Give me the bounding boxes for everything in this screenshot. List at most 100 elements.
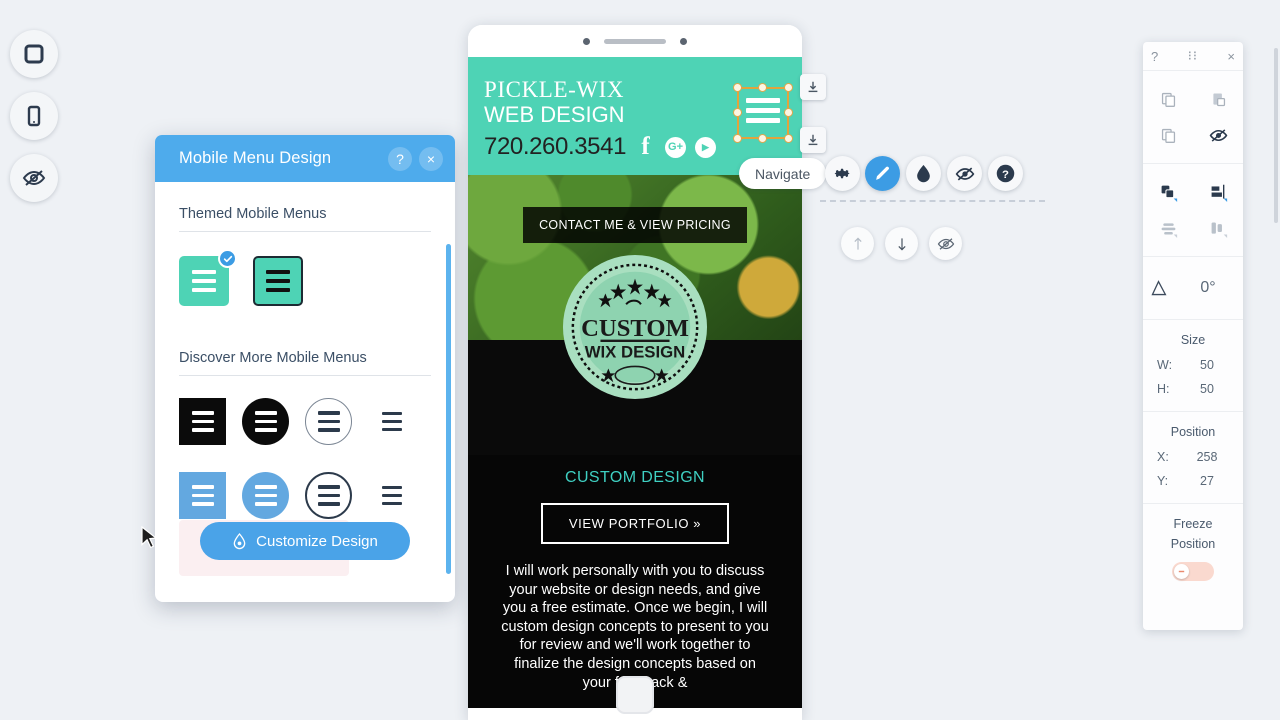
- move-up-button[interactable]: [841, 227, 874, 260]
- dialog-scrollbar[interactable]: [446, 244, 451, 574]
- panel-drag-handle[interactable]: ⁝⁝: [1188, 48, 1198, 64]
- resize-handle-ne[interactable]: [784, 83, 793, 92]
- arrange-button[interactable]: [1153, 179, 1183, 205]
- distribute-horizontal-button[interactable]: [1153, 215, 1183, 241]
- menu-black-outline-circle[interactable]: [305, 398, 368, 445]
- menu-black-square[interactable]: [179, 398, 242, 445]
- menu-black-circle[interactable]: [242, 398, 305, 445]
- align-button[interactable]: [1203, 179, 1233, 205]
- gear-icon: [834, 168, 850, 179]
- distribute-vertical-button[interactable]: [1203, 215, 1233, 241]
- square-icon: [24, 44, 44, 64]
- facebook-icon[interactable]: f: [635, 133, 656, 160]
- duplicate-button[interactable]: [1153, 122, 1183, 148]
- home-button[interactable]: [616, 676, 654, 714]
- download-arrow-icon: [808, 81, 818, 93]
- resize-handle-nw[interactable]: [733, 83, 742, 92]
- paste-button[interactable]: [1203, 86, 1233, 112]
- dock-down-button-1[interactable]: [800, 74, 826, 100]
- design-button[interactable]: [865, 156, 900, 191]
- hide-button[interactable]: [947, 156, 982, 191]
- page-scrollbar[interactable]: [1274, 48, 1278, 223]
- arrange-icon: [1161, 185, 1177, 202]
- panel-close-button[interactable]: ×: [1227, 49, 1235, 64]
- desktop-view-button[interactable]: [10, 30, 58, 78]
- copy-button[interactable]: [1153, 86, 1183, 112]
- alignment-guide: [820, 200, 1045, 202]
- themed-menu-2[interactable]: [253, 256, 303, 306]
- menu-black-lines[interactable]: [368, 398, 431, 445]
- hide-button[interactable]: [1203, 122, 1233, 148]
- dialog-close-button[interactable]: ×: [419, 146, 443, 171]
- droplet-icon: [917, 165, 930, 183]
- menu-blue-circle[interactable]: [242, 472, 305, 519]
- position-label: Position: [1170, 425, 1216, 439]
- resize-handle-sw[interactable]: [733, 134, 742, 143]
- position-section: Position X: 258 Y: 27: [1143, 411, 1243, 503]
- droplet-icon: [233, 532, 246, 549]
- y-value[interactable]: 27: [1181, 474, 1233, 488]
- themed-section-title: Themed Mobile Menus: [179, 206, 431, 232]
- hide-element-button[interactable]: [929, 227, 962, 260]
- arrow-up-icon: [853, 237, 862, 250]
- customize-design-button[interactable]: Customize Design: [200, 522, 410, 560]
- settings-button[interactable]: [825, 156, 860, 191]
- youtube-icon[interactable]: ▶: [695, 136, 717, 158]
- move-down-button[interactable]: [885, 227, 918, 260]
- mobile-view-button[interactable]: [10, 92, 58, 140]
- menu-blue-lines[interactable]: [368, 472, 431, 519]
- themed-menu-item[interactable]: [253, 256, 303, 306]
- height-field[interactable]: H: 50: [1143, 377, 1243, 401]
- hero-section: CONTACT ME & VIEW PRICING CUSTOM WIX DES…: [468, 175, 802, 455]
- arrow-down-icon: [897, 237, 906, 250]
- width-value[interactable]: 50: [1181, 358, 1233, 372]
- selected-menu-element[interactable]: [733, 83, 793, 143]
- contact-pricing-banner[interactable]: CONTACT ME & VIEW PRICING: [523, 207, 747, 243]
- menu-blue-outline-circle[interactable]: [305, 472, 368, 519]
- question-mark-icon: ?: [996, 164, 1015, 183]
- google-plus-icon[interactable]: G+: [665, 136, 687, 158]
- themed-menu-item[interactable]: [179, 249, 237, 306]
- eye-hidden-icon: [937, 237, 954, 250]
- left-toolbar: [10, 30, 66, 216]
- mobile-phone-icon: [27, 105, 41, 127]
- section-title: CUSTOM DESIGN: [564, 469, 706, 486]
- color-button[interactable]: [906, 156, 941, 191]
- distribute-v-icon: [1211, 221, 1227, 238]
- width-key: W:: [1157, 358, 1173, 372]
- x-field[interactable]: X: 258: [1143, 445, 1243, 469]
- rotation-value[interactable]: 0°: [1173, 279, 1243, 297]
- dock-down-button-2[interactable]: [800, 127, 826, 153]
- site-preview: PICKLE-WIX WEB DESIGN 720.260.3541 f G+ …: [468, 57, 802, 709]
- resize-handle-w[interactable]: [733, 108, 742, 117]
- navigate-button[interactable]: Navigate: [739, 158, 827, 189]
- hidden-elements-button[interactable]: [10, 154, 58, 202]
- freeze-position-toggle[interactable]: [1172, 562, 1214, 581]
- dialog-help-button[interactable]: ?: [388, 146, 412, 171]
- width-field[interactable]: W: 50: [1143, 353, 1243, 377]
- y-field[interactable]: Y: 27: [1143, 469, 1243, 493]
- angle-icon[interactable]: [1143, 275, 1173, 301]
- view-portfolio-button[interactable]: VIEW PORTFOLIO »: [540, 503, 730, 544]
- resize-handle-n[interactable]: [758, 83, 767, 92]
- panel-help-button[interactable]: ?: [1151, 49, 1158, 64]
- duplicate-icon: [1161, 128, 1175, 143]
- menu-blue-square[interactable]: [179, 472, 242, 519]
- eye-hidden-icon: [1209, 128, 1227, 142]
- sensor-icon: [680, 37, 687, 45]
- align-icon: [1211, 184, 1227, 202]
- height-value[interactable]: 50: [1181, 382, 1233, 396]
- resize-handle-e[interactable]: [784, 108, 793, 117]
- x-value[interactable]: 258: [1181, 450, 1233, 464]
- themed-menu-list: [179, 249, 431, 306]
- resize-handle-s[interactable]: [758, 134, 767, 143]
- dialog-title: Mobile Menu Design: [179, 149, 332, 167]
- svg-text:WIX DESIGN: WIX DESIGN: [585, 343, 686, 362]
- discover-menu-grid: [179, 398, 431, 519]
- speaker-grille: [604, 38, 666, 44]
- help-button[interactable]: ?: [988, 156, 1023, 191]
- properties-panel: ? ⁝⁝ × 0° Size W: 50 H: 50 Position X: 2…: [1143, 42, 1243, 630]
- freeze-label-1: Freeze: [1173, 517, 1213, 531]
- resize-handle-se[interactable]: [784, 134, 793, 143]
- svg-text:?: ?: [1002, 169, 1009, 181]
